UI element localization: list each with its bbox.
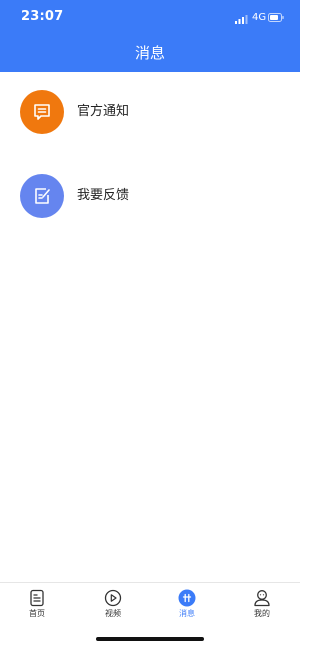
network-type: 4G: [252, 12, 267, 23]
chat-hash-icon: [178, 589, 196, 607]
feedback-avatar: [20, 174, 64, 218]
tab-video[interactable]: 视频: [88, 589, 138, 625]
status-time: 23:07: [21, 9, 64, 24]
battery-icon: [268, 13, 284, 22]
tab-label: 我的: [254, 609, 270, 618]
bottom-tab-bar: 首页 视频 消息 我的: [0, 582, 300, 628]
document-icon: [30, 589, 44, 607]
user-icon: [254, 590, 270, 607]
home-indicator: [96, 637, 204, 641]
message-icon: [34, 104, 50, 120]
tab-profile[interactable]: 我的: [237, 589, 287, 625]
play-circle-icon: [104, 589, 122, 607]
page-title: 消息: [134, 44, 165, 62]
edit-icon: [35, 188, 50, 204]
list-item-feedback[interactable]: 我要反馈: [0, 174, 300, 234]
tab-label: 首页: [29, 609, 45, 618]
notice-avatar: [20, 90, 64, 134]
tab-home[interactable]: 首页: [12, 589, 62, 625]
list-item-label: 我要反馈: [77, 188, 130, 203]
list-item-label: 官方通知: [77, 104, 130, 119]
signal-bars-icon: [235, 15, 248, 24]
status-bar: 23:07 4G: [0, 0, 300, 34]
list-item-official-notice[interactable]: 官方通知: [0, 90, 300, 150]
app-screen: 23:07 4G 消息 官方通知 我要反馈 首页 视频 消息 我的: [0, 0, 300, 649]
tab-label: 消息: [179, 609, 195, 618]
tab-messages[interactable]: 消息: [162, 589, 212, 625]
tab-label: 视频: [105, 609, 121, 618]
app-header: 23:07 4G 消息: [0, 0, 300, 72]
